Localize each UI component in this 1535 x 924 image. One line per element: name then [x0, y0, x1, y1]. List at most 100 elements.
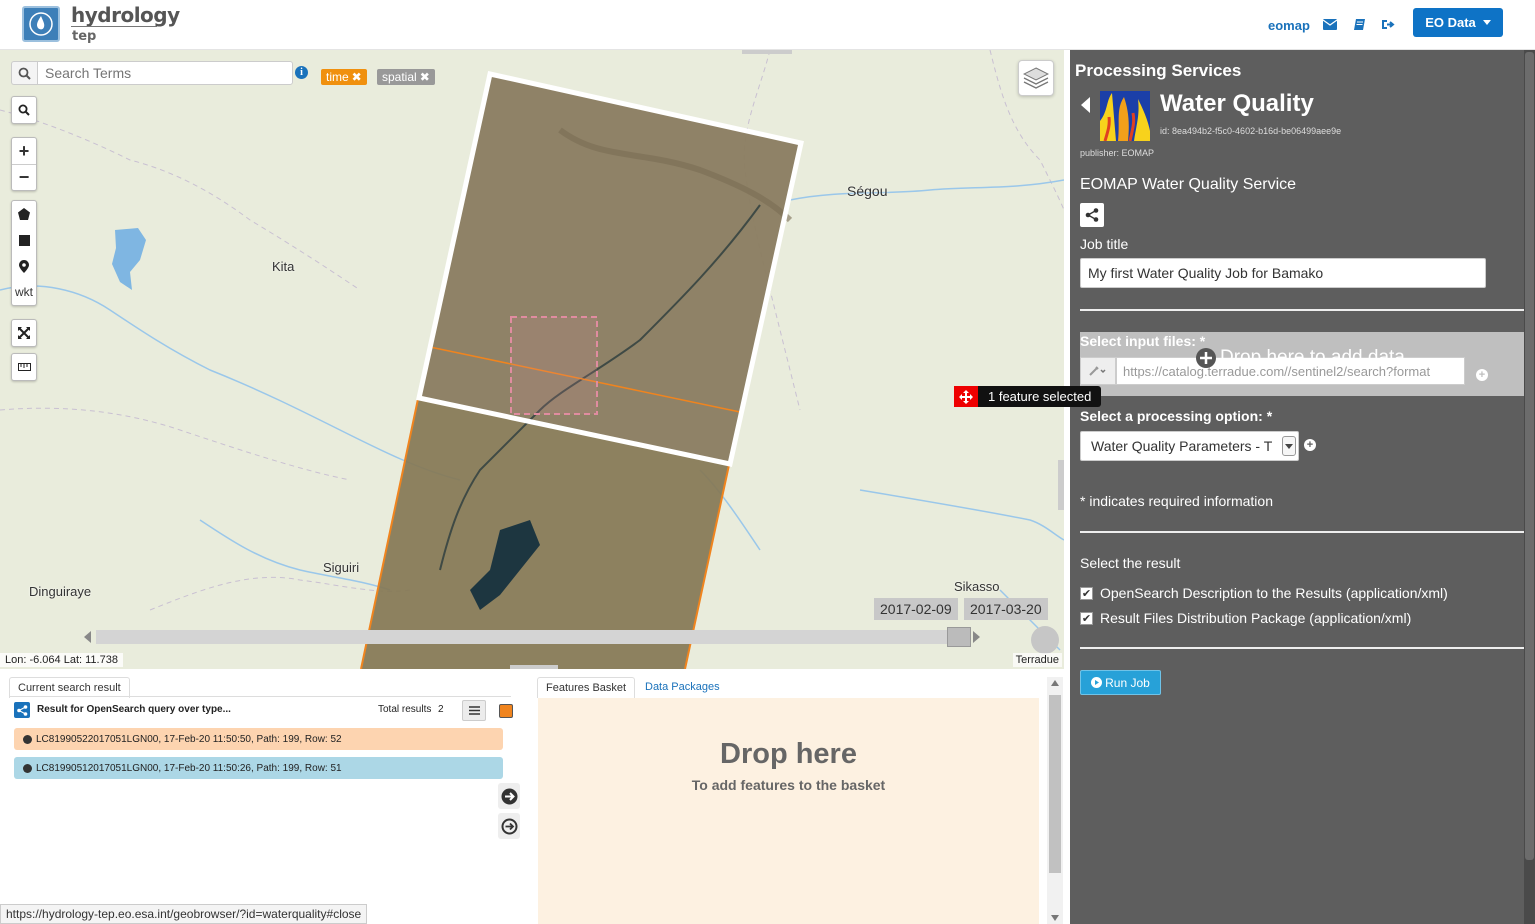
- user-link[interactable]: eomap: [1268, 18, 1310, 33]
- city-label: Siguiri: [323, 560, 360, 575]
- share-icon[interactable]: [14, 702, 30, 718]
- logo-divider: [71, 26, 157, 27]
- add-all-button[interactable]: [498, 813, 520, 839]
- eo-data-dropdown[interactable]: EO Data: [1413, 8, 1503, 37]
- panel-scrollbar[interactable]: [1524, 50, 1535, 924]
- total-results-count: 2: [438, 704, 444, 715]
- drop-data-hint: Drop here to add data: [1195, 347, 1405, 369]
- share-button[interactable]: [1080, 203, 1104, 227]
- draw-tools: wkt: [11, 200, 37, 306]
- timeline-slider[interactable]: [96, 630, 964, 644]
- color-legend-swatch[interactable]: [499, 704, 513, 718]
- zoom-control: + −: [11, 137, 37, 191]
- job-title-label: Job title: [1080, 236, 1129, 252]
- divider: [1080, 647, 1525, 649]
- input-files-drop-area[interactable]: Select input files: * https://catalog.te…: [1080, 332, 1525, 396]
- marker-icon[interactable]: [12, 253, 36, 279]
- tab-data-packages[interactable]: Data Packages: [645, 681, 720, 693]
- job-title-input[interactable]: My first Water Quality Job for Bamako: [1080, 258, 1486, 288]
- result-row[interactable]: LC81990522017051LGN00, 17-Feb-20 11:50:5…: [14, 728, 503, 750]
- list-view-button[interactable]: [462, 700, 486, 721]
- service-publisher: publisher: EOMAP: [1080, 148, 1155, 158]
- service-thumbnail: [1100, 91, 1150, 141]
- map-view[interactable]: Ségou Kita Siguiri Dinguiraye Sikasso i …: [0, 50, 1064, 669]
- timeline-right-arrow-icon[interactable]: [973, 631, 980, 643]
- divider: [1080, 309, 1525, 311]
- tab-features-basket[interactable]: Features Basket: [537, 677, 636, 698]
- result-checkbox[interactable]: ✔: [1080, 587, 1093, 600]
- list-icon: [468, 706, 480, 715]
- total-results-label: Total results: [378, 704, 432, 715]
- result-checkbox[interactable]: ✔: [1080, 612, 1093, 625]
- fullscreen-tool: [11, 319, 37, 347]
- scroll-thumb[interactable]: [1525, 52, 1534, 860]
- bottom-scrollbar[interactable]: [1047, 677, 1063, 924]
- basket-drop-zone[interactable]: Drop here To add features to the basket: [538, 698, 1039, 924]
- timeline-left-arrow-icon[interactable]: [84, 631, 91, 643]
- logo-subtitle: tep: [72, 29, 97, 44]
- bottom-panel: Current search result Result for OpenSea…: [0, 669, 1064, 924]
- move-icon: [954, 386, 978, 407]
- wkt-button[interactable]: wkt: [12, 279, 36, 305]
- feature-selected-badge[interactable]: 1 feature selected: [954, 386, 1102, 407]
- drop-title: Drop here: [720, 738, 857, 770]
- back-icon[interactable]: [1081, 97, 1090, 113]
- mail-icon[interactable]: [1323, 17, 1337, 31]
- tab-current-search[interactable]: Current search result: [9, 677, 130, 698]
- globe-icon: [23, 763, 32, 773]
- ruler-icon[interactable]: [12, 354, 36, 380]
- remove-tag-icon[interactable]: ✖: [352, 70, 362, 84]
- status-url: https://hydrology-tep.eo.esa.int/geobrow…: [0, 904, 368, 924]
- drop-subtitle: To add features to the basket: [691, 777, 886, 793]
- city-label: Kita: [272, 259, 295, 274]
- add-input-icon[interactable]: +: [1476, 369, 1488, 381]
- service-name: Water Quality: [1160, 90, 1314, 117]
- add-option-icon[interactable]: +: [1304, 439, 1316, 451]
- search-input[interactable]: [37, 61, 293, 85]
- magic-wand-dropdown[interactable]: [1080, 357, 1116, 385]
- zoom-out-button[interactable]: −: [12, 164, 36, 190]
- info-icon[interactable]: i: [295, 66, 308, 79]
- search-tool: [11, 96, 37, 124]
- timeline-handle[interactable]: [947, 627, 971, 647]
- remove-tag-icon[interactable]: ✖: [420, 70, 430, 84]
- coordinate-readout: Lon: -6.064 Lat: 11.738: [0, 653, 123, 667]
- chevron-down-icon[interactable]: [1282, 436, 1296, 456]
- scroll-down-icon[interactable]: [1051, 915, 1059, 921]
- layers-button[interactable]: [1018, 60, 1054, 96]
- scroll-up-icon[interactable]: [1051, 680, 1059, 686]
- fullscreen-icon[interactable]: [12, 320, 36, 346]
- city-label: Dinguiraye: [29, 584, 92, 599]
- service-description: EOMAP Water Quality Service: [1080, 176, 1297, 193]
- polygon-icon[interactable]: [12, 201, 36, 227]
- required-note: * indicates required information: [1080, 493, 1273, 509]
- processing-panel: Processing Services Water Quality id: 8e…: [1070, 50, 1535, 924]
- zoom-in-button[interactable]: +: [12, 138, 36, 164]
- processing-option-select[interactable]: Water Quality Parameters - T: [1080, 431, 1299, 461]
- processing-option-value: Water Quality Parameters - T: [1091, 438, 1273, 454]
- result-text: LC81990522017051LGN00, 17-Feb-20 11:50:5…: [36, 733, 342, 745]
- scroll-thumb[interactable]: [1049, 695, 1061, 873]
- arrow-right-circle-outline-icon: [501, 818, 517, 834]
- timeline-start-label: 2017-02-09: [874, 598, 958, 620]
- map-attribution[interactable]: Terradue: [1012, 653, 1062, 667]
- result-row[interactable]: LC81990512017051LGN00, 17-Feb-20 11:50:2…: [14, 757, 503, 779]
- globe-icon: [23, 734, 32, 744]
- hydrology-logo-icon[interactable]: [22, 6, 60, 42]
- search-icon[interactable]: [11, 61, 37, 85]
- logout-icon[interactable]: [1381, 17, 1395, 31]
- book-icon[interactable]: [1352, 17, 1366, 31]
- spatial-filter-tag[interactable]: spatial ✖: [377, 69, 435, 85]
- service-id: id: 8ea494b2-f5c0-4602-b16d-be06499aee9e: [1160, 126, 1342, 136]
- rectangle-icon[interactable]: [12, 227, 36, 253]
- run-job-button[interactable]: Run Job: [1080, 670, 1161, 695]
- zoom-search-icon[interactable]: [12, 97, 36, 123]
- time-filter-tag[interactable]: time ✖: [321, 69, 367, 85]
- measure-tool: [11, 353, 37, 381]
- result-option-label: Result Files Distribution Package (appli…: [1100, 610, 1412, 626]
- add-to-basket-button[interactable]: [498, 783, 520, 809]
- share-icon: [1085, 208, 1099, 222]
- arrow-right-circle-icon: [501, 788, 517, 804]
- map-search-bar: [11, 61, 293, 85]
- map-canvas[interactable]: [0, 50, 1064, 669]
